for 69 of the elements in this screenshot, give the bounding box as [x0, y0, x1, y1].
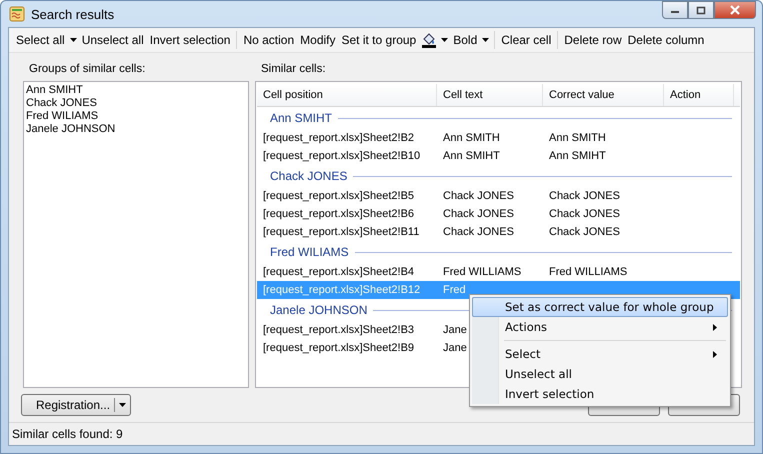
table-cell: [request_report.xlsx]Sheet2!B4 — [263, 266, 414, 278]
status-text: Similar cells found: 9 — [12, 427, 123, 441]
menu-item[interactable]: Actions — [472, 317, 728, 337]
table-cell: Ann SMIHT — [443, 150, 500, 162]
toolbar-button[interactable]: Delete row — [561, 31, 625, 49]
table-cell: Jane — [443, 324, 467, 336]
maximize-button[interactable] — [688, 1, 714, 19]
panel-label: Similar cells: — [260, 62, 326, 77]
group-header[interactable]: Chack JONES — [270, 169, 348, 183]
toolbar-button[interactable]: Unselect all — [78, 31, 147, 49]
group-header[interactable]: Janele JOHNSON — [270, 303, 368, 317]
menu-item[interactable]: Select — [472, 344, 728, 364]
minimize-button[interactable] — [662, 1, 688, 19]
registration-button[interactable]: Registration... — [21, 394, 132, 416]
table-cell: Ann SMIHT — [549, 150, 606, 162]
toolbar-button[interactable]: Modify — [297, 31, 338, 49]
app-icon — [9, 6, 25, 22]
table-cell: [request_report.xlsx]Sheet2!B3 — [263, 324, 414, 336]
list-item[interactable]: Janele JOHNSON — [26, 123, 116, 136]
table-cell: Chack JONES — [443, 226, 514, 238]
table-cell: Fred WILLIAMS — [549, 266, 628, 278]
table-cell: Ann SMITH — [549, 132, 606, 144]
table-cell: Ann SMITH — [443, 132, 500, 144]
toolbar-button[interactable]: Bold — [450, 31, 480, 49]
table-cell: Chack JONES — [443, 208, 514, 220]
table-cell: Chack JONES — [549, 208, 620, 220]
menu-item[interactable]: Invert selection — [472, 384, 728, 404]
table-cell: [request_report.xlsx]Sheet2!B6 — [263, 208, 414, 220]
table-cell: Fred — [443, 284, 466, 296]
column-header[interactable]: Correct value — [543, 84, 664, 106]
menu-item[interactable]: Set as correct value for whole group — [472, 297, 728, 317]
table-cell: [request_report.xlsx]Sheet2!B10 — [263, 150, 420, 162]
list-item[interactable]: Ann SMIHT — [26, 84, 83, 97]
table-cell: [request_report.xlsx]Sheet2!B9 — [263, 342, 414, 354]
table-cell: Jane — [443, 342, 467, 354]
groups-list[interactable]: Ann SMIHT Chack JONES Fred WILIAMS Janele JOHNSON — [23, 81, 249, 388]
close-icon — [729, 5, 741, 15]
list-item[interactable]: Fred WILIAMS — [26, 110, 98, 123]
table-cell: Chack JONES — [443, 190, 514, 202]
window-title: Search results — [31, 6, 114, 22]
list-item[interactable]: Chack JONES — [26, 97, 97, 110]
table-cell: [request_report.xlsx]Sheet2!B5 — [263, 190, 414, 202]
menu-item[interactable]: Unselect all — [472, 364, 728, 384]
submenu-arrow-icon — [713, 350, 717, 358]
caret-icon — [119, 403, 126, 407]
toolbar-button[interactable]: Clear cell — [498, 31, 554, 49]
table-cell: Chack JONES — [549, 190, 620, 202]
table-cell: Fred WILLIAMS — [443, 266, 522, 278]
toolbar-button[interactable]: Select all — [13, 31, 68, 49]
table-cell: [request_report.xlsx]Sheet2!B11 — [263, 226, 420, 238]
toolbar-button[interactable]: Invert selection — [146, 31, 234, 49]
submenu-arrow-icon — [713, 324, 717, 330]
column-header[interactable]: Cell text — [437, 84, 543, 106]
table-cell: [request_report.xlsx]Sheet2!B2 — [263, 132, 414, 144]
table-cell: [request_report.xlsx]Sheet2!B12 — [263, 284, 420, 296]
column-header[interactable]: Cell position — [257, 84, 437, 106]
column-header[interactable]: Action — [664, 84, 734, 106]
close-button[interactable] — [714, 1, 756, 19]
toolbar-button[interactable]: Set it to group — [338, 31, 420, 49]
toolbar-button[interactable]: No action — [240, 31, 298, 49]
group-header[interactable]: Ann SMIHT — [270, 111, 332, 125]
group-header[interactable]: Fred WILIAMS — [270, 245, 349, 259]
dropdown-arrow[interactable] — [439, 36, 450, 44]
dropdown-arrow[interactable] — [480, 36, 492, 44]
dropdown-arrow[interactable] — [68, 36, 79, 44]
panel-label: Groups of similar cells: — [28, 62, 146, 77]
table-cell: Chack JONES — [549, 226, 620, 238]
toolbar-button[interactable]: Delete column — [624, 31, 708, 49]
maximize-icon — [696, 6, 706, 14]
